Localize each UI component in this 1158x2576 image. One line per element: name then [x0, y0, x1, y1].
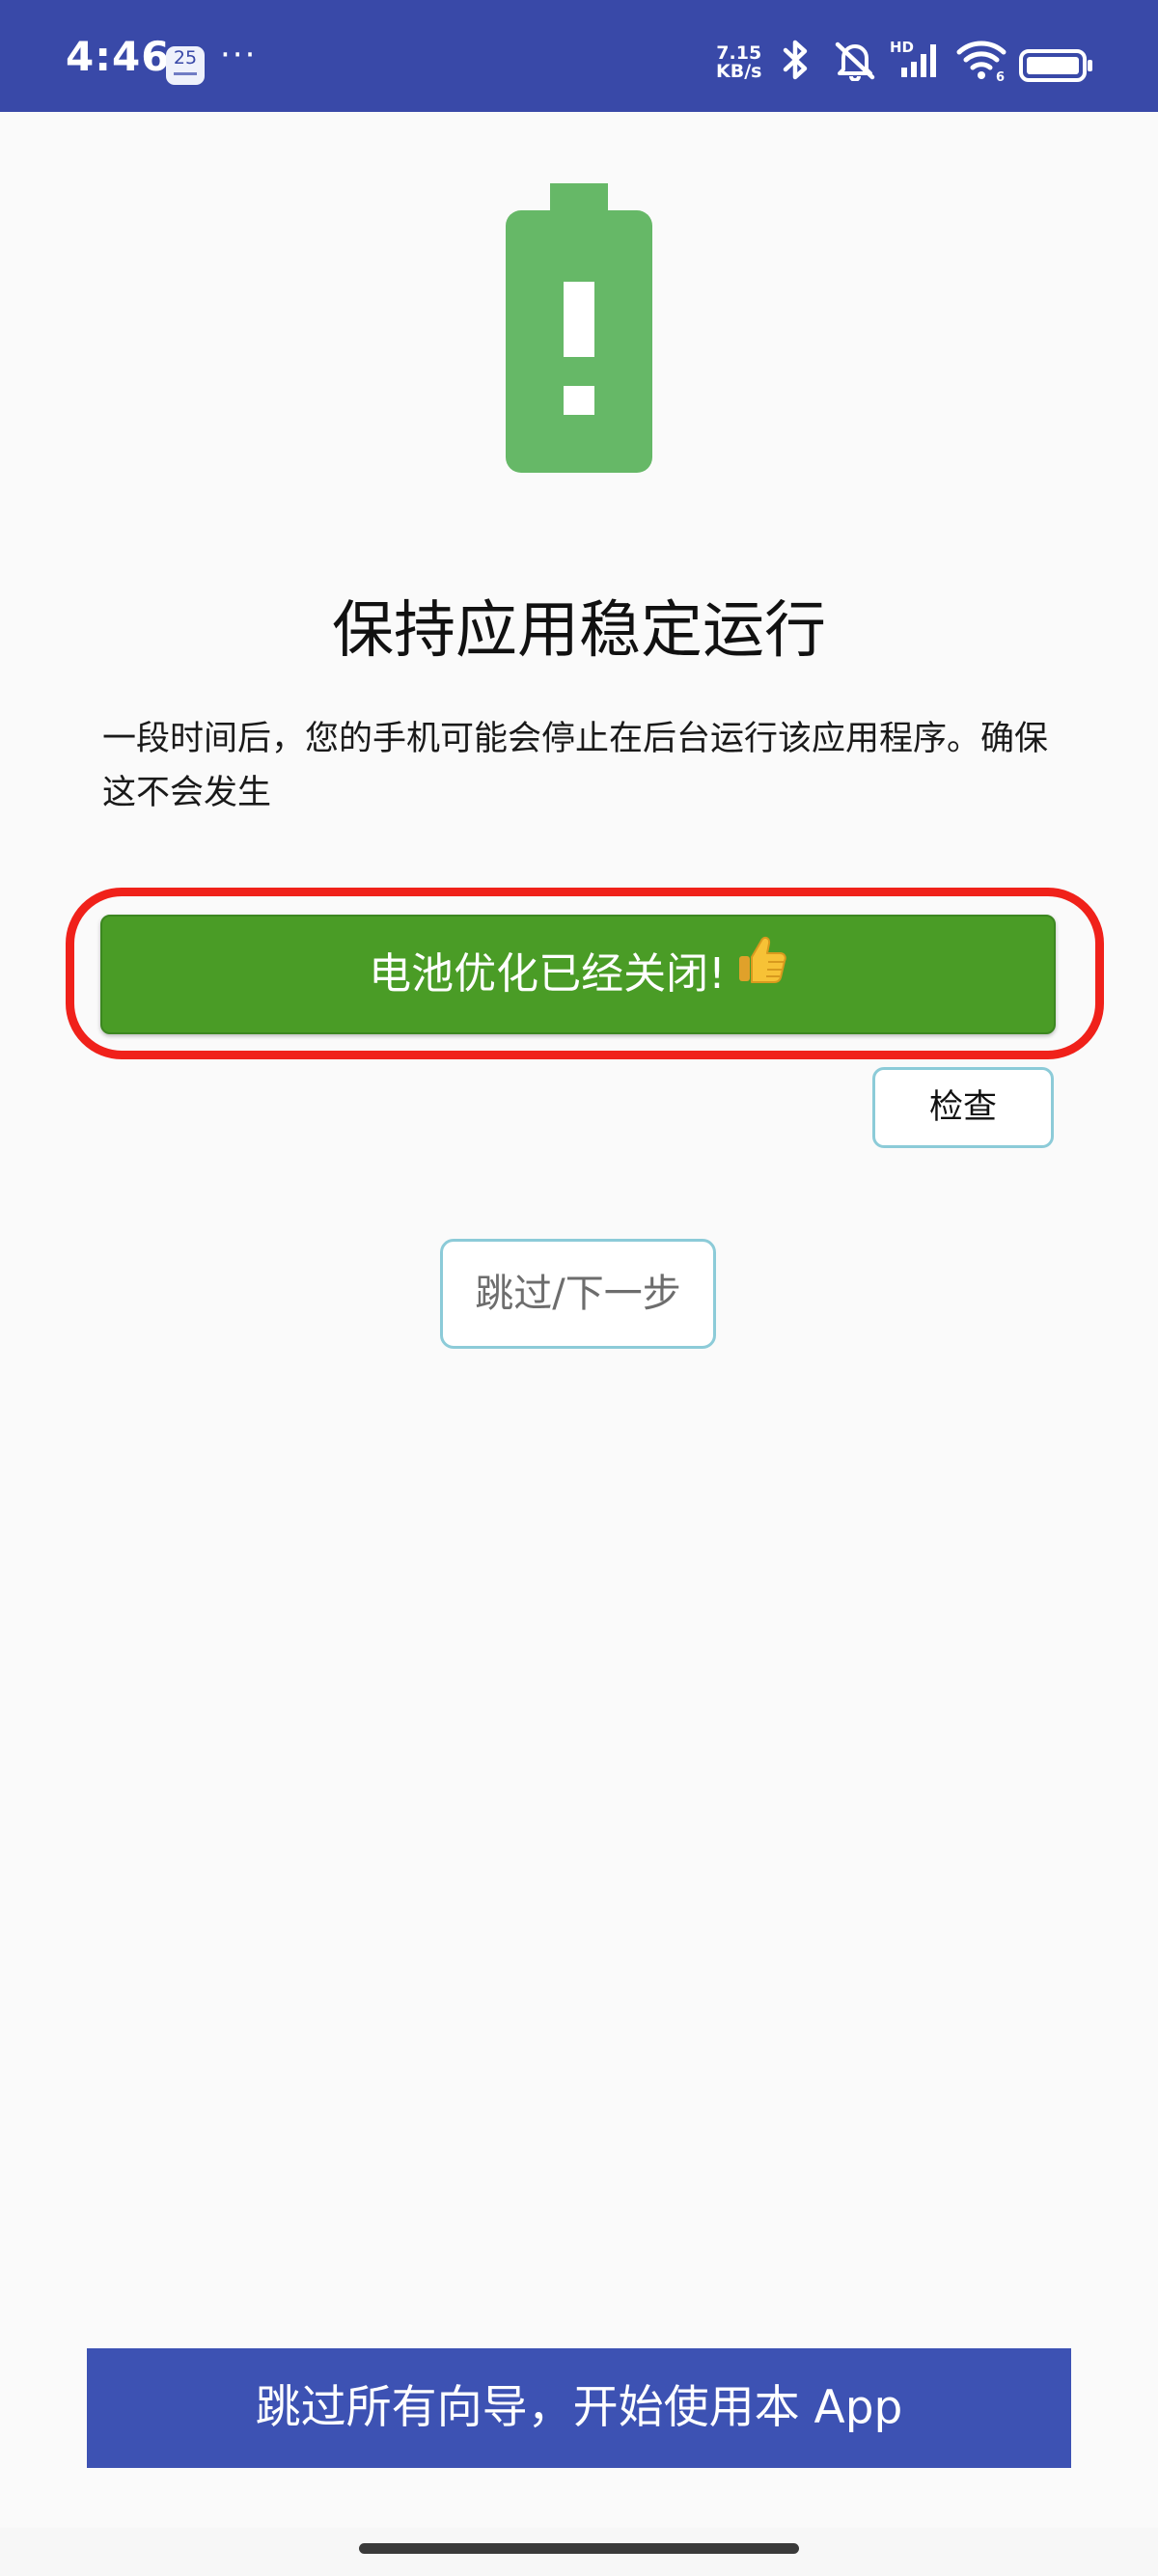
wifi-label: 6 [996, 70, 1005, 83]
battery-optimization-button[interactable]: 电池优化已经关闭! [100, 915, 1056, 1034]
signal-label: HD [890, 39, 914, 56]
home-indicator[interactable] [359, 2543, 799, 2554]
battery-status-icon [1019, 48, 1094, 87]
thumbs-up-icon [735, 914, 787, 1029]
calendar-day: 25 [173, 47, 198, 69]
signal-icon: HD [890, 39, 944, 85]
page-title: 保持应用稳定运行 [332, 595, 826, 667]
skip-all-wizards-button[interactable]: 跳过所有向导，开始使用本 App [87, 2348, 1071, 2468]
more-notifications-indicator: ··· [220, 36, 258, 74]
calendar-icon: 25 [166, 46, 205, 85]
wifi-icon: 6 [955, 39, 1009, 87]
network-speed-unit: KB/s [716, 61, 762, 82]
page-description: 一段时间后，您的手机可能会停止在后台运行该应用程序。确保这不会发生 [102, 720, 1049, 812]
status-time: 4:46 [66, 33, 171, 80]
check-button[interactable]: 检查 [872, 1067, 1054, 1148]
status-bar: 4:46 25 ··· 7.15 KB/s HD 6 [0, 0, 1158, 112]
battery-optimization-label: 电池优化已经关闭! [369, 949, 726, 999]
bluetooth-icon [776, 39, 814, 85]
battery-alert-icon [506, 183, 652, 473]
silent-mode-icon [832, 39, 878, 85]
skip-next-button[interactable]: 跳过/下一步 [440, 1239, 716, 1349]
network-speed: 7.15 KB/s [716, 44, 761, 81]
